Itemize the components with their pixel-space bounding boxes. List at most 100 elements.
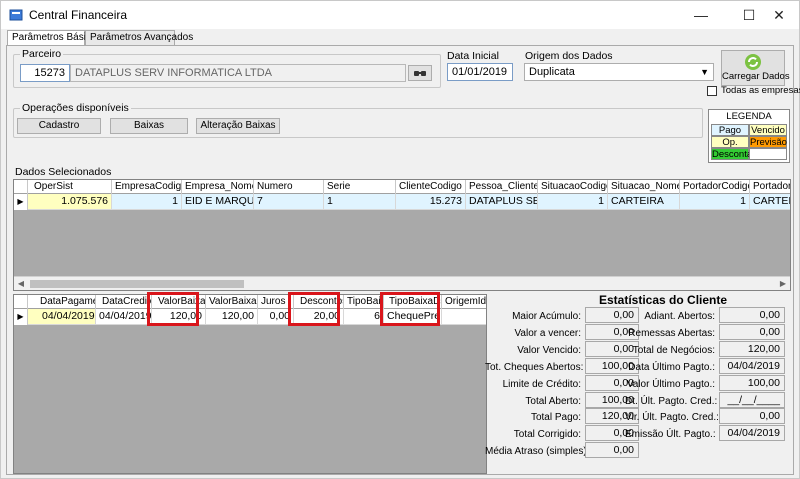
col-situacao-nome[interactable]: Situacao_Nome xyxy=(608,180,680,194)
cell-portador-nome[interactable]: CARTEIRA xyxy=(750,194,790,210)
legend-op: Op. xyxy=(711,136,749,148)
cell-origemid[interactable] xyxy=(442,309,486,325)
cell-serie[interactable]: 1 xyxy=(324,194,396,210)
tab-panel: Parceiro 15273 DATAPLUS SERV INFORMATICA… xyxy=(6,45,800,475)
carregar-dados-label: Carregar Dados xyxy=(722,71,790,82)
scroll-right-icon[interactable]: ▶ xyxy=(776,277,790,290)
stat-maior-acumulo-label: Maior Acúmulo: xyxy=(512,311,581,322)
col-datacredito[interactable]: DataCredito xyxy=(96,295,152,309)
parceiro-label: Parceiro xyxy=(20,48,64,60)
stat-adiant-abertos-label: Adiant. Abertos: xyxy=(644,311,715,322)
alteracao-baixas-button[interactable]: Alteração Baixas xyxy=(196,118,280,134)
title-bar[interactable]: Central Financeira — ☐ ✕ xyxy=(1,1,799,29)
highlight-descontos xyxy=(288,292,340,326)
col-origemid[interactable]: OrigemId xyxy=(442,295,486,309)
cell-empresacodigo[interactable]: 1 xyxy=(112,194,182,210)
dados-selecionados-grid[interactable]: OperSist EmpresaCodigo Empresa_Nome Nume… xyxy=(13,179,791,291)
cell-situacao-nome[interactable]: CARTEIRA xyxy=(608,194,680,210)
close-icon[interactable]: ✕ xyxy=(759,1,799,29)
todas-empresas-checkbox[interactable] xyxy=(707,86,717,96)
dados-selecionados-title: Dados Selecionados xyxy=(15,166,112,178)
cell-datapagamento[interactable]: 04/04/2019 xyxy=(28,309,96,325)
row-indicator-icon: ▶ xyxy=(14,194,28,210)
refresh-icon xyxy=(745,54,761,70)
grid-corner xyxy=(14,295,28,309)
highlight-valorbaixa xyxy=(147,292,199,326)
stat-total-pago-label: Total Pago: xyxy=(530,412,581,423)
cell-empresa-nome[interactable]: EID E MARQUE... xyxy=(182,194,254,210)
operacoes-title: Operações disponíveis xyxy=(20,102,131,114)
table-row[interactable]: ▶ 1.075.576 1 EID E MARQUE... 7 1 15.273… xyxy=(14,194,790,210)
grid-horizontal-scrollbar[interactable]: ◀ ▶ xyxy=(14,276,790,290)
cell-situacaocodigo[interactable]: 1 xyxy=(538,194,608,210)
stat-valor-vencer-label: Valor a vencer: xyxy=(514,328,581,339)
col-portador-nome[interactable]: Portador_No xyxy=(750,180,790,194)
carregar-dados-button[interactable]: Carregar Dados xyxy=(721,50,790,86)
row-indicator-icon: ▶ xyxy=(14,309,28,325)
grid-header: OperSist EmpresaCodigo Empresa_Nome Nume… xyxy=(14,180,790,194)
operacoes-group: Operações disponíveis Cadastro Baixas Al… xyxy=(13,102,703,138)
stat-total-corrigido-label: Total Corrigido: xyxy=(513,429,581,440)
cell-pessoa-cliente[interactable]: DATAPLUS SER... xyxy=(466,194,538,210)
cadastro-button[interactable]: Cadastro xyxy=(17,118,101,134)
col-portadorcodigo[interactable]: PortadorCodigo xyxy=(680,180,750,194)
parceiro-code-field[interactable]: 15273 xyxy=(20,64,70,82)
col-numero[interactable]: Numero xyxy=(254,180,324,194)
scroll-left-icon[interactable]: ◀ xyxy=(14,277,28,290)
stat-adiant-abertos-value: 0,00 xyxy=(719,307,785,323)
parceiro-lookup-button[interactable] xyxy=(408,65,432,81)
stat-limite-credito-label: Limite de Crédito: xyxy=(502,379,581,390)
stat-valor-vencido-label: Valor Vencido: xyxy=(517,345,581,356)
col-situacaocodigo[interactable]: SituacaoCodigo xyxy=(538,180,608,194)
grid-corner xyxy=(14,180,28,194)
col-empresacodigo[interactable]: EmpresaCodigo xyxy=(112,180,182,194)
legend-pago: Pago xyxy=(711,124,749,136)
cell-clientecodigo[interactable]: 15.273 xyxy=(396,194,466,210)
estatisticas-title: Estatísticas do Cliente xyxy=(599,293,728,307)
stat-dt-ult-cred-label: Dt. Últ. Pagto. Cred.: xyxy=(625,396,718,407)
stat-vlr-ult-cred-label: Vlr. Últ. Pagto. Cred.: xyxy=(625,412,719,423)
tab-parametros-avancados[interactable]: Parâmetros Avançados xyxy=(85,30,193,45)
cell-valorbaixaorig[interactable]: 120,00 xyxy=(206,309,258,325)
legenda-box: LEGENDA Pago Vencido Op. Previsão Descon… xyxy=(708,109,790,163)
legend-previsao: Previsão xyxy=(749,136,787,148)
stat-valor-ultimo-pagto-label: Valor Último Pagto.: xyxy=(626,379,715,390)
cell-tipobaixa[interactable]: 6 xyxy=(344,309,384,325)
legend-vencido: Vencido xyxy=(749,124,787,136)
tab-parametros-basicos[interactable]: Parâmetros Básicos xyxy=(7,30,101,46)
col-clientecodigo[interactable]: ClienteCodigo xyxy=(396,180,466,194)
stat-emissao-ult-value: 04/04/2019 xyxy=(719,425,785,441)
col-tipobaixa[interactable]: TipoBaixa xyxy=(344,295,384,309)
baixas-button[interactable]: Baixas xyxy=(110,118,188,134)
central-financeira-window: Central Financeira — ☐ ✕ Parâmetros Bási… xyxy=(0,0,800,479)
legenda-title: LEGENDA xyxy=(726,111,772,122)
origem-dados-value: Duplicata xyxy=(529,66,575,78)
data-inicial-field[interactable]: 01/01/2019 xyxy=(447,63,513,81)
cell-opersist[interactable]: 1.075.576 xyxy=(28,194,112,210)
stat-data-ultimo-pagto-label: Data Último Pagto.: xyxy=(628,362,715,373)
app-icon xyxy=(9,9,23,21)
stat-vlr-ult-cred-value: 0,00 xyxy=(719,408,785,424)
stat-media-atraso-label: Média Atraso (simples): xyxy=(485,446,590,457)
data-inicial-label: Data Inicial xyxy=(447,50,499,62)
stat-data-ultimo-pagto-value: 04/04/2019 xyxy=(719,358,785,374)
col-opersist[interactable]: OperSist xyxy=(28,180,112,194)
stat-total-negocios-label: Total de Negócios: xyxy=(632,345,715,356)
cell-numero[interactable]: 7 xyxy=(254,194,324,210)
cell-datacredito[interactable]: 04/04/2019 xyxy=(96,309,152,325)
col-pessoa-cliente[interactable]: Pessoa_Cliente_No xyxy=(466,180,538,194)
todas-empresas-label: Todas as empresas xyxy=(721,85,800,96)
stat-remessas-value: 0,00 xyxy=(719,324,785,340)
col-valorbaixaorig[interactable]: ValorBaixaOrig xyxy=(206,295,258,309)
stat-remessas-label: Remessas Abertas: xyxy=(628,328,715,339)
scroll-thumb[interactable] xyxy=(30,280,244,288)
parceiro-name-field: DATAPLUS SERV INFORMATICA LTDA xyxy=(70,64,406,82)
col-empresa-nome[interactable]: Empresa_Nome xyxy=(182,180,254,194)
minimize-icon[interactable]: — xyxy=(681,1,721,29)
window-title: Central Financeira xyxy=(29,8,128,22)
cell-portadorcodigo[interactable]: 1 xyxy=(680,194,750,210)
col-datapagamento[interactable]: DataPagamento xyxy=(28,295,96,309)
col-serie[interactable]: Serie xyxy=(324,180,396,194)
origem-dados-select[interactable]: Duplicata ▼ xyxy=(524,63,714,81)
stat-emissao-ult-label: Emissão Últ. Pagto.: xyxy=(625,429,716,440)
